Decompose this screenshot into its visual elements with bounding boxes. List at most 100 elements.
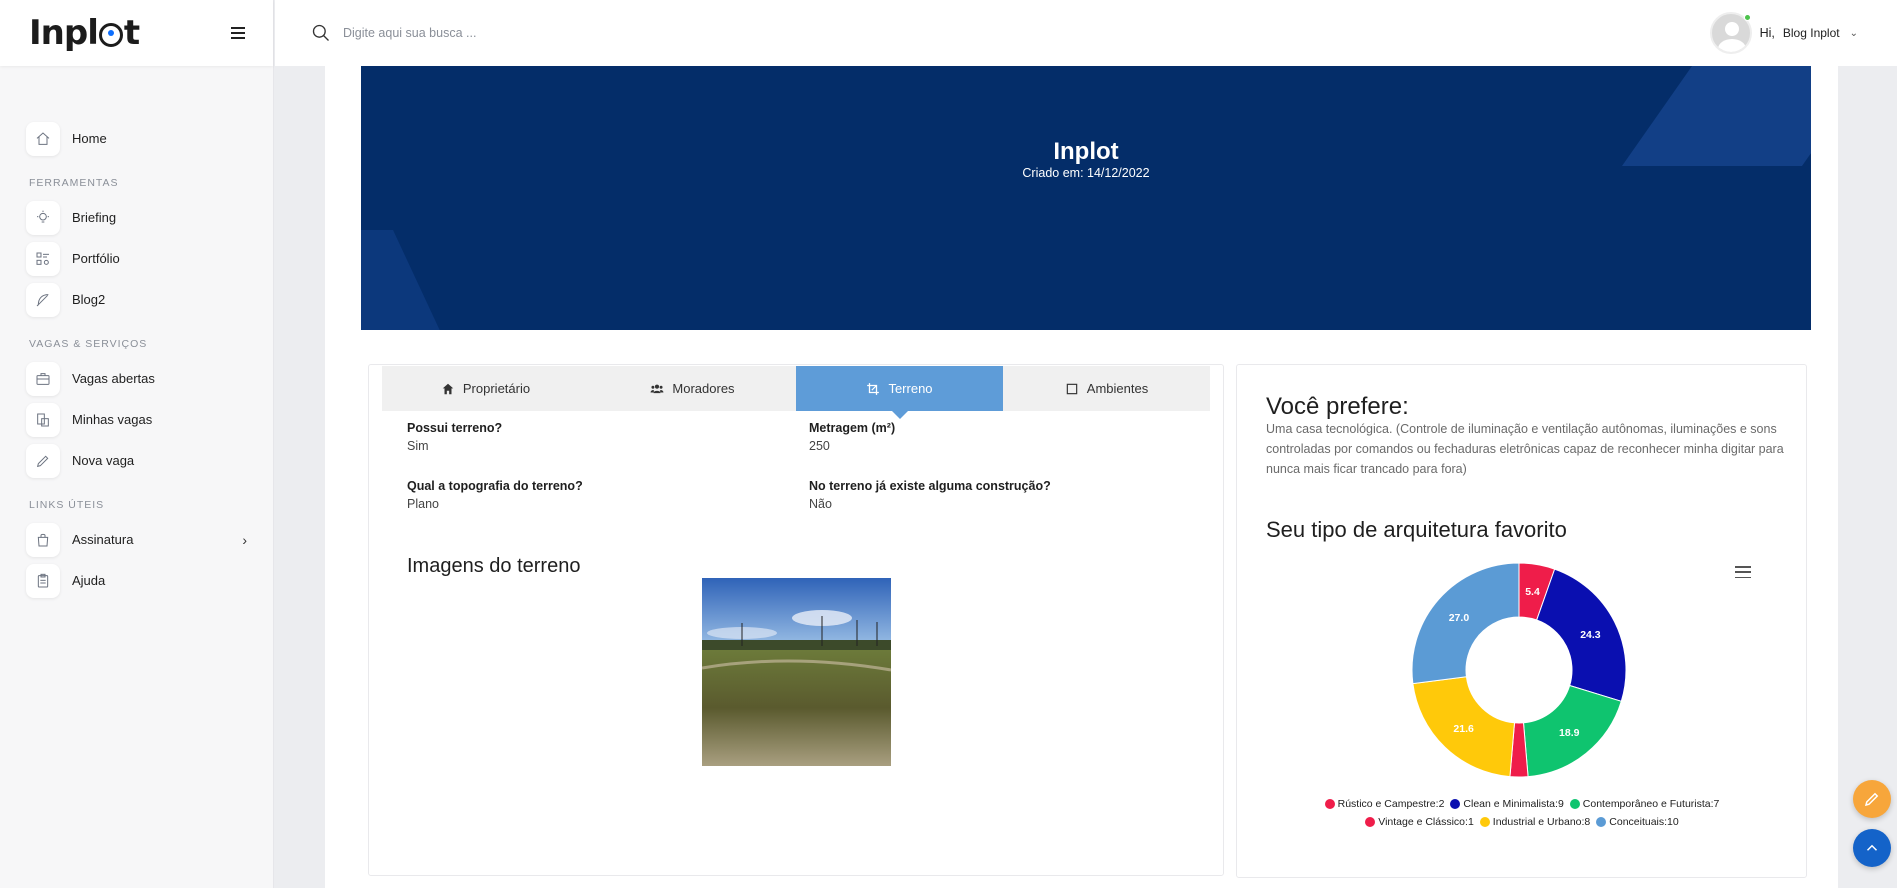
menu-toggle-button[interactable] [231, 22, 253, 44]
nav-section-heading: FERRAMENTAS [29, 177, 119, 189]
clipboard-icon [26, 563, 60, 598]
field-construcao: No terreno já existe alguma construção? … [809, 479, 1189, 511]
chart-legend: Rústico e Campestre:2 Clean e Minimalista… [1257, 796, 1787, 832]
portfolio-icon [26, 241, 60, 276]
topbar: Hi, Blog Inplot ⌄ [275, 0, 1897, 66]
slice-label: 24.3 [1580, 629, 1601, 641]
field-label: Possui terreno? [407, 421, 503, 435]
field-value: Não [809, 497, 832, 511]
legend-marker [1569, 799, 1580, 809]
page-title: Inplot [1053, 138, 1119, 165]
user-menu[interactable]: Hi, Blog Inplot ⌄ [1709, 12, 1858, 54]
legend-marker [1596, 817, 1607, 827]
sidebar-item-label: Portfólio [72, 251, 120, 266]
legend-label: Industrial e Urbano:8 [1492, 816, 1591, 828]
users-icon [651, 384, 664, 393]
field-label: No terreno já existe alguma construção? [809, 479, 1051, 493]
sidebar-item-label: Briefing [72, 210, 117, 225]
sidebar-item-assinatura[interactable]: Assinatura › [0, 521, 273, 558]
sidebar-item-portf-lio[interactable]: Portfólio [0, 240, 273, 277]
chevron-right-icon[interactable]: › [242, 532, 247, 548]
bulb-icon [26, 200, 60, 235]
main-content: Inplot Criado em: 14/12/2022 Proprietári… [325, 66, 1838, 888]
sidebar-item-ajuda[interactable]: Ajuda [0, 562, 273, 599]
sidebar-item-label: Blog2 [72, 292, 106, 307]
legend-label: Contemporâneo e Futurista:7 [1582, 798, 1720, 810]
field-value: Plano [407, 497, 439, 511]
sidebar-item-vagas-abertas[interactable]: Vagas abertas [0, 360, 273, 397]
legend-label: Conceituais:10 [1609, 816, 1679, 828]
edit-fab-button[interactable] [1853, 780, 1891, 818]
legend-item[interactable]: Vintage e Clássico:1 [1365, 814, 1474, 830]
nav-section-heading: VAGAS & SERVIÇOS [29, 338, 148, 350]
tab-label: Terreno [888, 381, 933, 396]
sidebar-header: Inpl t [0, 0, 273, 66]
bulb-icon [98, 23, 123, 47]
tab-moradores[interactable]: Moradores [589, 366, 796, 411]
briefing-details-card: Proprietário Moradores Terreno Ambientes… [368, 364, 1224, 876]
square-icon [1066, 383, 1078, 394]
sidebar-item-label: Nova vaga [72, 453, 135, 468]
logo[interactable]: Inpl t [29, 13, 140, 53]
legend-marker [1479, 817, 1490, 827]
tab-ambientes[interactable]: Ambientes [1003, 366, 1210, 411]
legend-item[interactable]: Clean e Minimalista:9 [1450, 796, 1564, 812]
legend-item[interactable]: Conceituais:10 [1596, 814, 1679, 830]
sidebar-item-blog2[interactable]: Blog2 [0, 281, 273, 318]
chart-menu-icon[interactable] [1735, 566, 1751, 578]
chart-title: Seu tipo de arquitetura favorito [1266, 517, 1567, 542]
field-metragem: Metragem (m²) 250 [809, 421, 1189, 453]
sidebar-item-label: Minhas vagas [72, 412, 153, 427]
scroll-top-button[interactable] [1853, 829, 1891, 867]
field-label: Metragem (m²) [809, 421, 896, 435]
sidebar: Inpl t Home FERRAMENTAS Briefing Portfólio Bl… [0, 0, 274, 888]
user-name: Blog Inplot [1782, 26, 1840, 40]
sidebar-item-label: Ajuda [72, 573, 106, 588]
sidebar-nav: Home FERRAMENTAS Briefing Portfólio Blog2 VAG… [0, 66, 273, 599]
legend-item[interactable]: Contemporâneo e Futurista:7 [1569, 796, 1720, 812]
terrain-photo[interactable] [702, 578, 891, 766]
field-value: 250 [809, 439, 830, 453]
preferences-card: Você prefere: Uma casa tecnológica. (Con… [1236, 364, 1807, 878]
chevron-down-icon[interactable]: ⌄ [1850, 28, 1858, 39]
slice-label: 5.4 [1525, 586, 1540, 598]
tab-proprietario[interactable]: Proprietário [382, 366, 589, 411]
crop-icon [867, 382, 880, 395]
feather-icon [26, 282, 60, 317]
banner-decoration [361, 230, 449, 330]
online-status-dot [1743, 14, 1751, 21]
sidebar-item-label: Vagas abertas [72, 371, 155, 386]
search-input[interactable] [343, 26, 743, 40]
legend-marker [1324, 799, 1335, 809]
field-topografia: Qual a topografia do terreno? Plano [407, 479, 787, 511]
legend-item[interactable]: Industrial e Urbano:8 [1479, 814, 1591, 830]
field-label: Qual a topografia do terreno? [407, 479, 583, 493]
briefing-tabs: Proprietário Moradores Terreno Ambientes [382, 366, 1210, 419]
pencil-icon [26, 443, 60, 478]
slice-label: 21.6 [1453, 723, 1474, 735]
chevron-up-icon [1866, 844, 1878, 851]
images-title: Imagens do terreno [407, 555, 581, 577]
sidebar-item-home[interactable]: Home [0, 120, 273, 157]
prefer-title: Você prefere: [1266, 393, 1409, 420]
legend-marker [1365, 817, 1376, 827]
legend-item[interactable]: Rústico e Campestre:2 [1324, 796, 1444, 812]
user-greeting: Hi, [1759, 26, 1775, 40]
slice-label: 18.9 [1559, 727, 1580, 739]
tab-label: Moradores [672, 381, 735, 396]
search-icon[interactable] [311, 23, 331, 43]
created-date: Criado em: 14/12/2022 [1022, 166, 1150, 180]
architecture-donut-chart: 5.4 24.3 18.9 21.6 27.0 [1412, 563, 1626, 777]
sidebar-item-briefing[interactable]: Briefing [0, 199, 273, 236]
sidebar-item-nova-vaga[interactable]: Nova vaga [0, 442, 273, 479]
sidebar-item-minhas-vagas[interactable]: Minhas vagas [0, 401, 273, 438]
briefcase-icon [26, 361, 60, 396]
legend-marker [1450, 799, 1461, 809]
home-icon [442, 383, 454, 394]
field-possui-terreno: Possui terreno? Sim [407, 421, 787, 453]
tab-label: Proprietário [462, 381, 531, 396]
nav-section-heading: LINKS ÚTEIS [29, 499, 105, 511]
tab-terreno[interactable]: Terreno [796, 366, 1003, 419]
field-value: Sim [407, 439, 429, 453]
project-banner: Inplot Criado em: 14/12/2022 [361, 66, 1811, 330]
